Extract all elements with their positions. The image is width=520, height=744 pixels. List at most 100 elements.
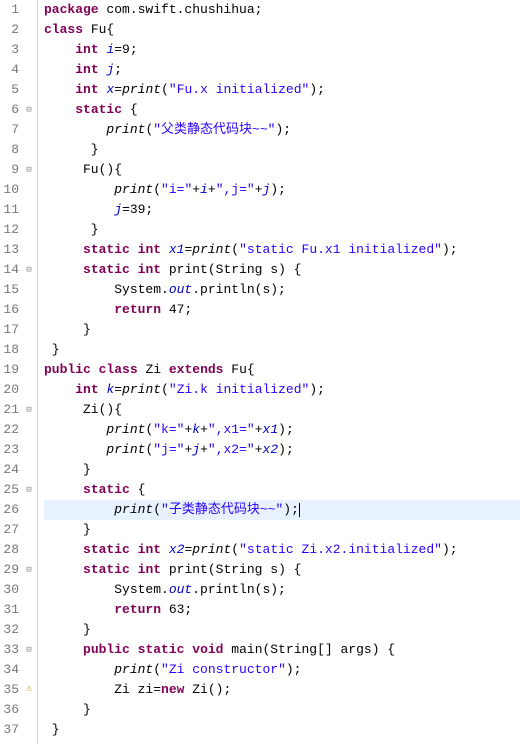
code-line[interactable]: } — [44, 720, 520, 740]
token-plain: print(String s) { — [161, 260, 301, 280]
token-str: "Fu.x initialized" — [169, 80, 309, 100]
token-sfld: x2 — [169, 540, 185, 560]
line-number: 27 — [1, 520, 21, 540]
line-number: 3 — [1, 40, 21, 60]
token-kw: int — [75, 80, 98, 100]
code-line[interactable]: int j; — [44, 60, 520, 80]
code-line[interactable]: } — [44, 460, 520, 480]
code-line[interactable]: int x=print("Fu.x initialized"); — [44, 80, 520, 100]
fold-toggle-icon[interactable] — [23, 264, 35, 276]
code-line[interactable]: return 63; — [44, 600, 520, 620]
code-line[interactable]: System.out.println(s); — [44, 580, 520, 600]
line-number: 34 — [1, 660, 21, 680]
code-line[interactable]: j=39; — [44, 200, 520, 220]
token-plain — [161, 540, 169, 560]
token-plain: ); — [309, 80, 325, 100]
token-plain: ); — [442, 240, 458, 260]
fold-toggle-icon[interactable] — [23, 164, 35, 176]
code-editor[interactable]: 1234567891011121314151617181920212223242… — [0, 0, 520, 744]
token-plain: ); — [286, 660, 302, 680]
code-line[interactable]: static int x2=print("static Zi.x2.initia… — [44, 540, 520, 560]
gutter-row: 4 — [0, 60, 37, 80]
gutter-row: 23 — [0, 440, 37, 460]
code-line[interactable]: int i=9; — [44, 40, 520, 60]
token-plain: ( — [145, 120, 153, 140]
token-plain: = — [114, 80, 122, 100]
token-plain: } — [44, 320, 91, 340]
code-line[interactable]: class Fu{ — [44, 20, 520, 40]
code-line[interactable]: static int x1=print("static Fu.x1 initia… — [44, 240, 520, 260]
warning-icon[interactable] — [23, 684, 35, 696]
gutter-row: 7 — [0, 120, 37, 140]
token-fld: j — [114, 200, 122, 220]
code-line[interactable]: } — [44, 320, 520, 340]
token-kw: int — [75, 40, 98, 60]
code-line[interactable]: static { — [44, 480, 520, 500]
token-plain: Zi(){ — [44, 400, 122, 420]
token-kw: static — [83, 560, 130, 580]
fold-toggle-icon[interactable] — [23, 484, 35, 496]
line-number: 20 — [1, 380, 21, 400]
fold-toggle-icon[interactable] — [23, 404, 35, 416]
code-line[interactable]: Zi(){ — [44, 400, 520, 420]
fold-toggle-icon[interactable] — [23, 564, 35, 576]
token-plain: { — [130, 480, 146, 500]
code-line[interactable]: } — [44, 620, 520, 640]
code-line[interactable]: int k=print("Zi.k initialized"); — [44, 380, 520, 400]
token-plain — [99, 40, 107, 60]
token-sfld: x2 — [263, 440, 279, 460]
code-line[interactable]: System.out.println(s); — [44, 280, 520, 300]
token-plain: ); — [442, 540, 458, 560]
code-line[interactable]: } — [44, 700, 520, 720]
token-sfld: out — [169, 280, 192, 300]
token-kw: int — [138, 260, 161, 280]
token-kw: static — [75, 100, 122, 120]
token-kw: int — [138, 540, 161, 560]
token-plain: ( — [153, 180, 161, 200]
token-plain: ( — [231, 240, 239, 260]
token-plain: + — [255, 440, 263, 460]
fold-toggle-icon[interactable] — [23, 104, 35, 116]
code-line[interactable]: public static void main(String[] args) { — [44, 640, 520, 660]
gutter-row: 10 — [0, 180, 37, 200]
code-line[interactable]: Fu(){ — [44, 160, 520, 180]
code-line[interactable]: print("k="+k+",x1="+x1); — [44, 420, 520, 440]
code-line[interactable]: } — [44, 520, 520, 540]
fold-toggle-icon[interactable] — [23, 644, 35, 656]
line-number: 17 — [1, 320, 21, 340]
code-line[interactable]: print("Zi constructor"); — [44, 660, 520, 680]
code-line[interactable]: print("子类静态代码块~~"); — [44, 500, 520, 520]
gutter-row: 3 — [0, 40, 37, 60]
code-line[interactable]: print("父类静态代码块~~"); — [44, 120, 520, 140]
code-line[interactable]: } — [44, 340, 520, 360]
code-line[interactable]: return 47; — [44, 300, 520, 320]
gutter-row: 22 — [0, 420, 37, 440]
code-line[interactable]: package com.swift.chushihua; — [44, 0, 520, 20]
code-line[interactable]: Zi zi=new Zi(); — [44, 680, 520, 700]
token-kw: package — [44, 0, 99, 20]
code-line[interactable]: public class Zi extends Fu{ — [44, 360, 520, 380]
token-str: "k=" — [153, 420, 184, 440]
line-number: 14 — [1, 260, 21, 280]
gutter-row: 15 — [0, 280, 37, 300]
line-number: 7 — [1, 120, 21, 140]
token-str: "j=" — [153, 440, 184, 460]
text-caret — [299, 503, 300, 517]
token-plain — [44, 120, 106, 140]
line-number: 29 — [1, 560, 21, 580]
token-it: print — [114, 180, 153, 200]
token-kw: extends — [169, 360, 224, 380]
code-area[interactable]: package com.swift.chushihua;class Fu{ in… — [38, 0, 520, 744]
line-number: 21 — [1, 400, 21, 420]
code-line[interactable]: static int print(String s) { — [44, 260, 520, 280]
code-line[interactable]: static int print(String s) { — [44, 560, 520, 580]
token-kw: static — [138, 640, 185, 660]
code-line[interactable]: print("i="+i+",j="+j); — [44, 180, 520, 200]
code-line[interactable]: static { — [44, 100, 520, 120]
code-line[interactable]: } — [44, 140, 520, 160]
code-line[interactable]: } — [44, 220, 520, 240]
token-plain — [130, 560, 138, 580]
token-fld: x — [106, 80, 114, 100]
token-kw: int — [138, 560, 161, 580]
code-line[interactable]: print("j="+j+",x2="+x2); — [44, 440, 520, 460]
